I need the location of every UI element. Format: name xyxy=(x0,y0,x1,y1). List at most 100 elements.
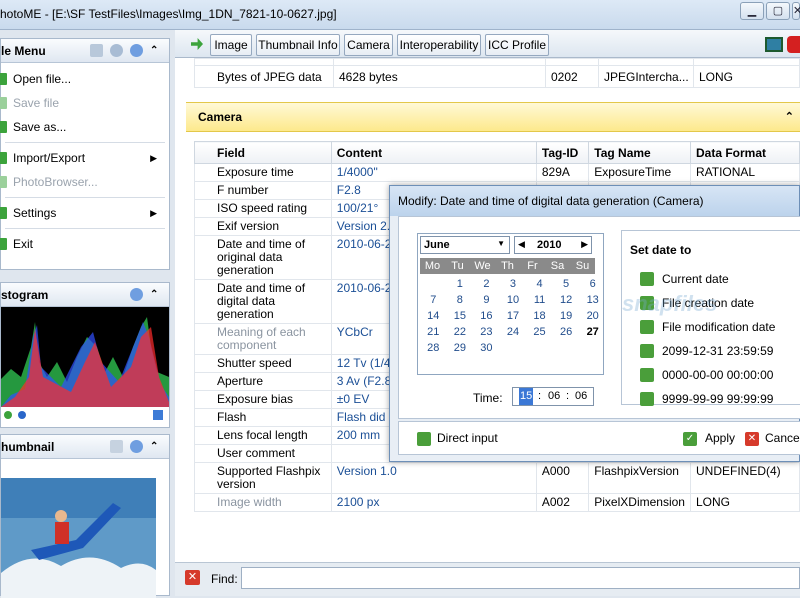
calendar-day[interactable]: 20 xyxy=(579,308,606,324)
calendar-day[interactable]: 29 xyxy=(447,340,474,356)
calendar-day[interactable]: 23 xyxy=(473,324,500,340)
menu-import-export[interactable]: Import/Export ▶ xyxy=(0,146,169,170)
minute-field[interactable]: 06 xyxy=(548,388,560,405)
apply-label: Apply xyxy=(705,431,736,445)
menu-exit[interactable]: Exit xyxy=(0,232,169,256)
set-invalid-date[interactable]: 9999-99-99 99:99:99 xyxy=(640,391,773,407)
calendar-day[interactable]: 9 xyxy=(473,292,500,308)
menu-save-as[interactable]: Save as... xyxy=(0,115,169,139)
direct-input-button[interactable]: Direct input xyxy=(417,431,498,446)
calendar-day[interactable]: 11 xyxy=(526,292,553,308)
tab-interoperability[interactable]: Interoperability xyxy=(397,34,481,56)
calendar-day[interactable]: 15 xyxy=(447,308,474,324)
stop-icon[interactable] xyxy=(787,36,800,53)
set-current-date[interactable]: Current date xyxy=(640,271,729,287)
tab-icc-profile[interactable]: ICC Profile xyxy=(485,34,549,56)
help-icon[interactable] xyxy=(130,440,143,453)
menu-settings[interactable]: Settings ▶ xyxy=(0,201,169,225)
tab-camera[interactable]: Camera xyxy=(344,34,393,56)
calendar-day[interactable]: 3 xyxy=(500,276,527,292)
close-find-icon[interactable]: ✕ xyxy=(185,570,200,585)
table-row[interactable]: Image width 2100 px A002 PixelXDimension LON… xyxy=(194,493,800,512)
blue-channel-icon[interactable] xyxy=(18,411,26,419)
time-input[interactable]: 15 : 06 : 06 xyxy=(512,387,594,406)
close-button[interactable]: ✕ xyxy=(792,2,800,20)
calendar-day[interactable]: 1 xyxy=(447,276,474,292)
calendar-day[interactable]: 26 xyxy=(553,324,580,340)
green-channel-icon[interactable] xyxy=(4,411,12,419)
cell-tag: 0202 xyxy=(545,65,599,88)
table-row[interactable]: Exposure time 1/4000" 829A ExposureTime RATI… xyxy=(194,163,800,182)
collapse-icon[interactable]: ⌃ xyxy=(150,288,163,301)
cell-content: 4628 bytes xyxy=(333,65,546,88)
dialog-title: Modify: Date and time of digital data ge… xyxy=(390,186,799,216)
set-file-modification-date[interactable]: File modification date xyxy=(640,319,775,335)
calendar-day[interactable]: 25 xyxy=(526,324,553,340)
screen-icon[interactable] xyxy=(765,37,783,52)
maximize-button[interactable]: ▢ xyxy=(766,2,790,20)
calendar-day[interactable]: 22 xyxy=(447,324,474,340)
cancel-button[interactable]: ✕ Cancel xyxy=(745,431,800,446)
camera-section-header[interactable]: Camera ⌃ xyxy=(186,102,800,132)
collapse-icon[interactable]: ⌃ xyxy=(150,440,163,453)
calendar-day[interactable]: 21 xyxy=(420,324,447,340)
help-icon[interactable] xyxy=(130,288,143,301)
next-year-icon[interactable]: ▶ xyxy=(581,239,588,250)
thumbnail-options-icon[interactable] xyxy=(110,440,123,453)
set-max-date[interactable]: 2099-12-31 23:59:59 xyxy=(640,343,773,359)
calendar-day[interactable]: 28 xyxy=(420,340,447,356)
help-icon[interactable] xyxy=(130,44,143,57)
calendar-day[interactable]: 4 xyxy=(526,276,553,292)
calendar-day[interactable]: 10 xyxy=(500,292,527,308)
col-content[interactable]: Content xyxy=(330,141,537,164)
tab-image[interactable]: Image xyxy=(210,34,252,56)
chart-icon[interactable] xyxy=(153,410,163,420)
second-field[interactable]: 06 xyxy=(575,388,587,405)
set-zero-date[interactable]: 0000-00-00 00:00:00 xyxy=(640,367,773,383)
menu-photobrowser[interactable]: PhotoBrowser... xyxy=(0,170,169,194)
cell-format: LONG xyxy=(689,493,800,512)
table-row[interactable] xyxy=(194,58,800,66)
calendar-day[interactable]: 30 xyxy=(473,340,500,356)
calendar-day[interactable]: 13 xyxy=(579,292,606,308)
collapse-icon[interactable]: ⌃ xyxy=(150,44,163,57)
menu-save-file-label: Save file xyxy=(13,96,60,110)
submenu-arrow-icon: ▶ xyxy=(150,153,157,163)
go-arrow-icon[interactable] xyxy=(191,38,203,50)
menu-open-file[interactable]: Open file... xyxy=(0,67,169,91)
calendar-day[interactable]: 27 xyxy=(579,324,606,340)
calendar-day[interactable]: 24 xyxy=(500,324,527,340)
col-tag-name[interactable]: Tag Name xyxy=(588,141,691,164)
apply-button[interactable]: ✓ Apply xyxy=(683,431,735,446)
calendar-day[interactable]: 5 xyxy=(553,276,580,292)
histogram-header: stogram ⌃ xyxy=(1,283,169,307)
calendar-day[interactable]: 7 xyxy=(420,292,447,308)
col-data-format[interactable]: Data Format xyxy=(689,141,800,164)
calendar-day[interactable]: 16 xyxy=(473,308,500,324)
tab-thumbnail-info[interactable]: Thumbnail Info xyxy=(256,34,340,56)
panel-view-icon[interactable] xyxy=(90,44,103,57)
calendar-day[interactable]: 12 xyxy=(553,292,580,308)
find-input[interactable] xyxy=(241,567,800,589)
collapse-icon[interactable]: ⌃ xyxy=(785,103,794,131)
menu-save-file[interactable]: Save file xyxy=(0,91,169,115)
calendar-day[interactable]: 19 xyxy=(553,308,580,324)
calendar-day[interactable]: 18 xyxy=(526,308,553,324)
year-stepper[interactable]: ◀ 2010 ▶ xyxy=(514,236,592,254)
calendar-day[interactable]: 6 xyxy=(579,276,606,292)
calendar-day[interactable]: 14 xyxy=(420,308,447,324)
col-field[interactable]: Field xyxy=(194,141,332,164)
month-select[interactable]: June ▼ xyxy=(420,236,510,254)
calendar-day[interactable]: 8 xyxy=(447,292,474,308)
dialog-footer: Direct input ✓ Apply ✕ Cancel xyxy=(398,421,800,455)
search-icon[interactable] xyxy=(110,44,123,57)
prev-year-icon[interactable]: ◀ xyxy=(518,239,525,250)
minimize-button[interactable]: ▁ xyxy=(740,2,764,20)
table-row[interactable]: Bytes of JPEG data 4628 bytes 0202 JPEGI… xyxy=(194,65,800,88)
calendar-day[interactable]: 2 xyxy=(473,276,500,292)
calendar-day[interactable]: 17 xyxy=(500,308,527,324)
hour-field[interactable]: 15 xyxy=(519,388,534,405)
toolbar: Image Thumbnail Info Camera Interoperabi… xyxy=(175,30,800,58)
table-row[interactable]: Supported Flashpix version Version 1.0 A00… xyxy=(194,462,800,494)
col-tag-id[interactable]: Tag-ID xyxy=(535,141,590,164)
